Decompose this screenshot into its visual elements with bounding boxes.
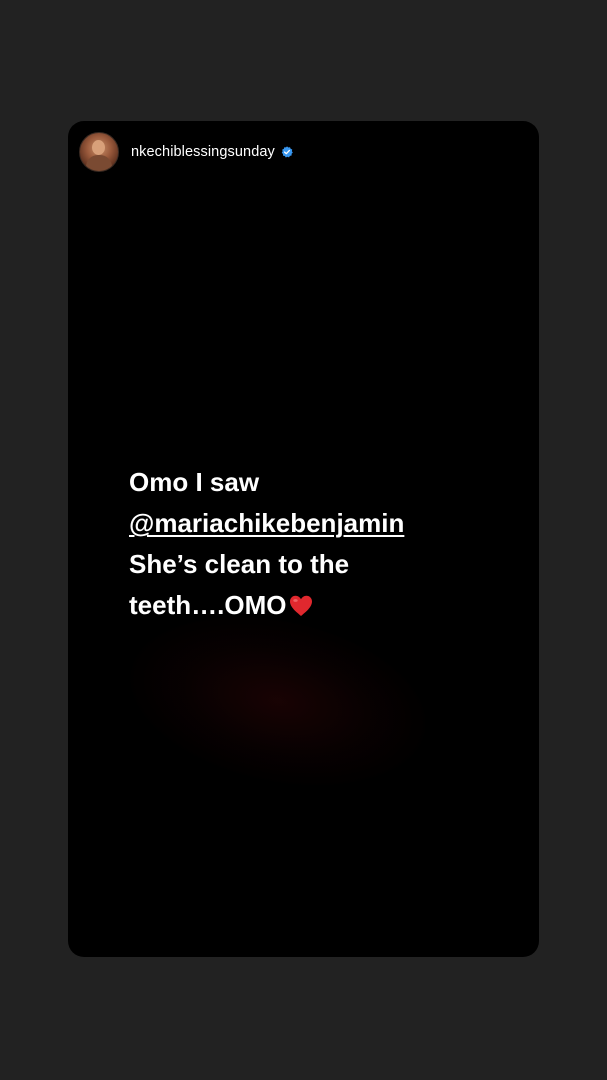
text-line-4: teeth….OMO — [129, 585, 529, 626]
text-line-3: She’s clean to the — [129, 549, 350, 579]
text-line-1: Omo I saw — [129, 467, 260, 497]
avatar[interactable] — [79, 132, 119, 172]
verified-badge-icon — [281, 146, 293, 158]
red-heart-icon — [290, 595, 313, 616]
mention-line: @mariachikebenjamin — [129, 503, 529, 544]
avatar-shoulders — [86, 155, 112, 171]
username[interactable]: nkechiblessingsunday — [131, 144, 275, 160]
story-card[interactable]: nkechiblessingsunday Omo I saw @mariachi… — [68, 121, 539, 957]
mention-link[interactable]: @mariachikebenjamin — [129, 508, 404, 538]
story-text: Omo I saw @mariachikebenjamin She’s clea… — [129, 462, 529, 626]
avatar-face — [92, 140, 105, 155]
story-header: nkechiblessingsunday — [79, 132, 293, 172]
text-line-4-label: teeth….OMO — [129, 590, 287, 620]
